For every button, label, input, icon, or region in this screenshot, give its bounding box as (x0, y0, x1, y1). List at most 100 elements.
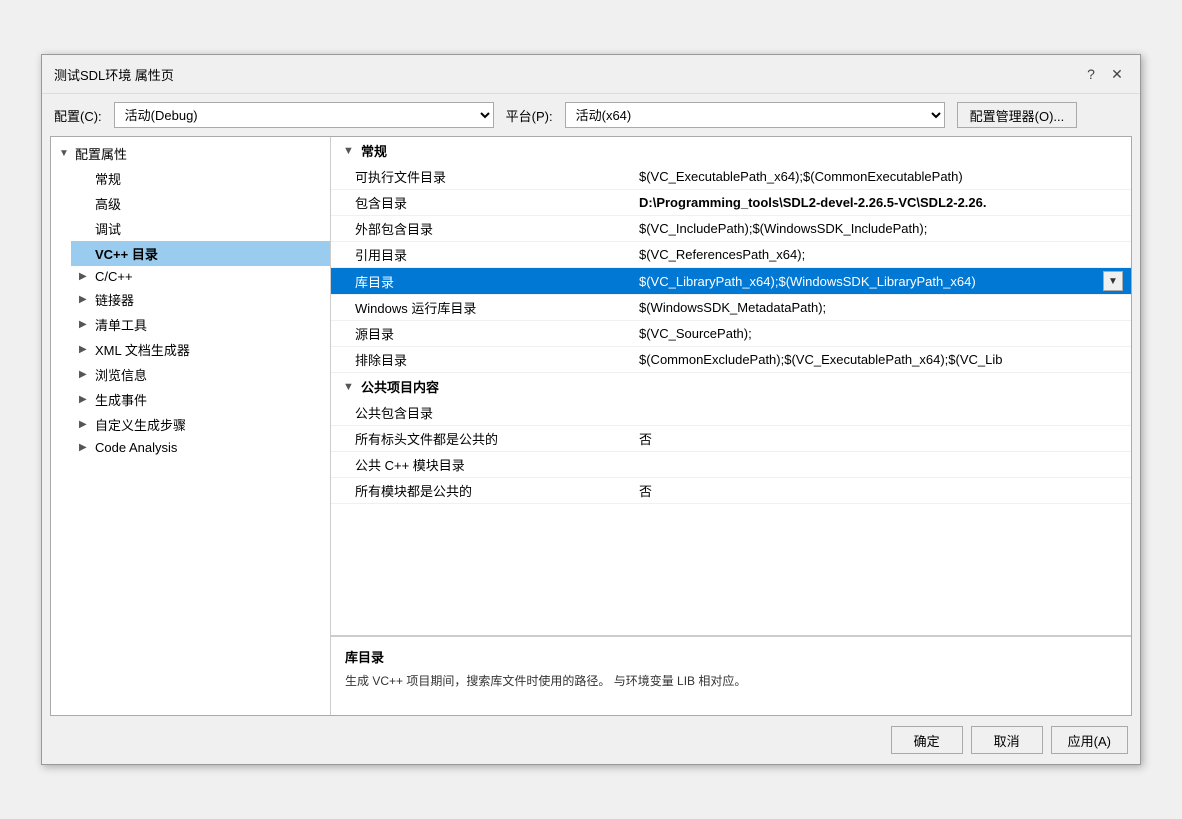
section-header-public[interactable]: ▼ 公共项目内容 (331, 373, 1131, 400)
section-header-general[interactable]: ▼ 常规 (331, 137, 1131, 164)
tree-item-manifest[interactable]: ▶ 清单工具 (71, 312, 330, 337)
prop-row-lib[interactable]: 库目录 $(VC_LibraryPath_x64);$(WindowsSDK_L… (331, 268, 1131, 295)
properties-dialog: 测试SDL环境 属性页 ? ✕ 配置(C): 活动(Debug) 平台(P): … (41, 54, 1141, 765)
tree-item-advanced[interactable]: 高级 (71, 191, 330, 216)
tree-item-build-events[interactable]: ▶ 生成事件 (71, 387, 330, 412)
platform-select[interactable]: 活动(x64) (565, 102, 945, 128)
cancel-button[interactable]: 取消 (971, 726, 1043, 754)
prop-value-source: $(VC_SourcePath); (631, 323, 1131, 344)
ok-button[interactable]: 确定 (891, 726, 963, 754)
apply-button[interactable]: 应用(A) (1051, 726, 1128, 754)
collapse-icon-public: ▼ (343, 381, 357, 393)
description-panel: 库目录 生成 VC++ 项目期间，搜索库文件时使用的路径。 与环境变量 LIB … (331, 635, 1131, 715)
config-manager-button[interactable]: 配置管理器(O)... (957, 102, 1078, 128)
prop-row-winrt[interactable]: Windows 运行库目录 $(WindowsSDK_MetadataPath)… (331, 295, 1131, 321)
tree-root-label: 配置属性 (75, 144, 127, 163)
config-select[interactable]: 活动(Debug) (114, 102, 494, 128)
tree-label-manifest: 清单工具 (95, 315, 147, 334)
prop-value-pub-include (631, 410, 1131, 416)
prop-name-ref: 引用目录 (331, 242, 631, 267)
tree-label-advanced: 高级 (95, 194, 121, 213)
help-button[interactable]: ? (1080, 63, 1102, 85)
close-button[interactable]: ✕ (1106, 63, 1128, 85)
prop-name-source: 源目录 (331, 321, 631, 346)
tree-label-build-events: 生成事件 (95, 390, 147, 409)
tree-children: 常规 高级 调试 VC++ 目录 ▶ (51, 166, 330, 458)
tree-item-custom-build[interactable]: ▶ 自定义生成步骤 (71, 412, 330, 437)
prop-name-winrt: Windows 运行库目录 (331, 295, 631, 320)
prop-row-ext-include[interactable]: 外部包含目录 $(VC_IncludePath);$(WindowsSDK_In… (331, 216, 1131, 242)
tree-item-vc-dirs[interactable]: VC++ 目录 (71, 241, 330, 266)
prop-value-pub-cpp (631, 462, 1131, 468)
tree-arrow-xml: ▶ (79, 344, 93, 355)
prop-row-pub-include[interactable]: 公共包含目录 (331, 400, 1131, 426)
prop-value-ext-include: $(VC_IncludePath);$(WindowsSDK_IncludePa… (631, 218, 1131, 239)
tree-arrow-code-analysis: ▶ (79, 442, 93, 453)
tree-label-browse: 浏览信息 (95, 365, 147, 384)
prop-row-all-headers[interactable]: 所有标头文件都是公共的 否 (331, 426, 1131, 452)
toolbar: 配置(C): 活动(Debug) 平台(P): 活动(x64) 配置管理器(O)… (42, 94, 1140, 136)
desc-title: 库目录 (345, 647, 1117, 666)
tree-arrow-manifest: ▶ (79, 319, 93, 330)
prop-name-exclude: 排除目录 (331, 347, 631, 372)
tree-root: ▼ 配置属性 常规 高级 调试 (51, 137, 330, 462)
section-title-general: 常规 (361, 141, 387, 160)
prop-name-all-modules: 所有模块都是公共的 (331, 478, 631, 503)
tree-item-debug[interactable]: 调试 (71, 216, 330, 241)
tree-item-browse[interactable]: ▶ 浏览信息 (71, 362, 330, 387)
prop-row-ref[interactable]: 引用目录 $(VC_ReferencesPath_x64); (331, 242, 1131, 268)
prop-name-executable: 可执行文件目录 (331, 164, 631, 189)
platform-label: 平台(P): (506, 106, 553, 125)
prop-row-source[interactable]: 源目录 $(VC_SourcePath); (331, 321, 1131, 347)
prop-value-lib: $(VC_LibraryPath_x64);$(WindowsSDK_Libra… (631, 268, 1131, 294)
config-label: 配置(C): (54, 106, 102, 125)
tree-item-linker[interactable]: ▶ 链接器 (71, 287, 330, 312)
tree-item-xml[interactable]: ▶ XML 文档生成器 (71, 337, 330, 362)
tree-label-code-analysis: Code Analysis (95, 440, 177, 455)
prop-name-ext-include: 外部包含目录 (331, 216, 631, 241)
right-panel: ▼ 常规 可执行文件目录 $(VC_ExecutablePath_x64);$(… (331, 137, 1131, 715)
tree-arrow-cpp: ▶ (79, 271, 93, 282)
prop-value-executable: $(VC_ExecutablePath_x64);$(CommonExecuta… (631, 166, 1131, 187)
prop-value-winrt: $(WindowsSDK_MetadataPath); (631, 297, 1131, 318)
tree-arrow-build-events: ▶ (79, 394, 93, 405)
tree-item-code-analysis[interactable]: ▶ Code Analysis (71, 437, 330, 458)
left-panel: ▼ 配置属性 常规 高级 调试 (51, 137, 331, 715)
tree-item-cpp[interactable]: ▶ C/C++ (71, 266, 330, 287)
title-bar: 测试SDL环境 属性页 ? ✕ (42, 55, 1140, 94)
tree-arrow-config: ▼ (59, 148, 73, 159)
prop-row-include[interactable]: 包含目录 D:\Programming_tools\SDL2-devel-2.2… (331, 190, 1131, 216)
tree-label-xml: XML 文档生成器 (95, 340, 190, 359)
tree-label-custom-build: 自定义生成步骤 (95, 415, 186, 434)
prop-row-exclude[interactable]: 排除目录 $(CommonExcludePath);$(VC_Executabl… (331, 347, 1131, 373)
tree-arrow-custom-build: ▶ (79, 419, 93, 430)
properties-area: ▼ 常规 可执行文件目录 $(VC_ExecutablePath_x64);$(… (331, 137, 1131, 635)
dialog-title: 测试SDL环境 属性页 (54, 65, 174, 84)
tree-label-general: 常规 (95, 169, 121, 188)
prop-value-include: D:\Programming_tools\SDL2-devel-2.26.5-V… (631, 192, 1131, 213)
prop-value-exclude: $(CommonExcludePath);$(VC_ExecutablePath… (631, 349, 1131, 370)
prop-row-all-modules[interactable]: 所有模块都是公共的 否 (331, 478, 1131, 504)
footer: 确定 取消 应用(A) (42, 716, 1140, 764)
prop-row-pub-cpp[interactable]: 公共 C++ 模块目录 (331, 452, 1131, 478)
prop-name-lib: 库目录 (331, 269, 631, 294)
tree-label-debug: 调试 (95, 219, 121, 238)
desc-text: 生成 VC++ 项目期间，搜索库文件时使用的路径。 与环境变量 LIB 相对应。 (345, 672, 1117, 690)
prop-value-ref: $(VC_ReferencesPath_x64); (631, 244, 1131, 265)
collapse-icon-general: ▼ (343, 145, 357, 157)
prop-value-all-headers: 否 (631, 426, 1131, 451)
prop-name-include: 包含目录 (331, 190, 631, 215)
tree-label-vc-dirs: VC++ 目录 (95, 244, 158, 263)
tree-arrow-browse: ▶ (79, 369, 93, 380)
tree-label-linker: 链接器 (95, 290, 134, 309)
tree-item-general[interactable]: 常规 (71, 166, 330, 191)
tree-label-cpp: C/C++ (95, 269, 133, 284)
lib-dropdown-button[interactable]: ▼ (1103, 271, 1123, 291)
tree-arrow-linker: ▶ (79, 294, 93, 305)
prop-row-executable[interactable]: 可执行文件目录 $(VC_ExecutablePath_x64);$(Commo… (331, 164, 1131, 190)
prop-name-pub-cpp: 公共 C++ 模块目录 (331, 452, 631, 477)
section-title-public: 公共项目内容 (361, 377, 439, 396)
prop-name-all-headers: 所有标头文件都是公共的 (331, 426, 631, 451)
prop-name-pub-include: 公共包含目录 (331, 400, 631, 425)
tree-root-item-config[interactable]: ▼ 配置属性 (51, 141, 330, 166)
